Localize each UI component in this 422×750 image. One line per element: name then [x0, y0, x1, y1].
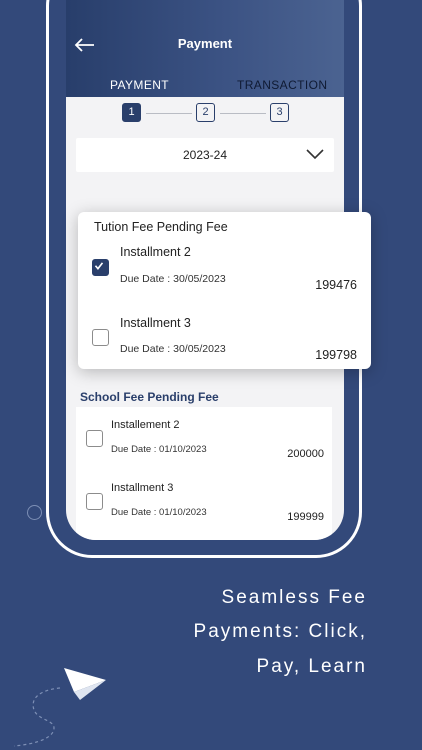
- installment-amount: 199999: [287, 511, 324, 523]
- installment-checkbox[interactable]: [86, 430, 103, 447]
- tagline-line-2: Payments: Click,: [193, 621, 367, 642]
- installment-due-date: Due Date : 30/05/2023: [120, 273, 226, 285]
- school-fee-list: Installement 2 Due Date : 01/10/2023 200…: [76, 407, 332, 540]
- stepper: 1 2 3: [66, 103, 344, 127]
- installment-name: Installment 3: [111, 482, 174, 494]
- installment-due-date: Due Date : 01/10/2023: [111, 444, 207, 455]
- installment-checkbox-checked[interactable]: [92, 259, 109, 276]
- decorative-circle: [27, 505, 42, 520]
- check-icon: [94, 262, 104, 270]
- list-item: Installment 3 Due Date : 01/10/2023 1999…: [76, 482, 332, 540]
- installment-name: Installement 2: [111, 419, 180, 431]
- tution-fee-title: Tution Fee Pending Fee: [94, 220, 228, 234]
- installment-checkbox[interactable]: [92, 329, 109, 346]
- installment-name: Installment 3: [120, 316, 191, 330]
- year-select-value: 2023-24: [182, 148, 228, 162]
- list-item: Installement 2 Due Date : 01/10/2023 200…: [76, 419, 332, 479]
- installment-due-date: Due Date : 01/10/2023: [111, 507, 207, 518]
- paper-plane-icon: [13, 668, 106, 747]
- year-select[interactable]: 2023-24: [76, 138, 334, 172]
- step-connector: [146, 113, 192, 114]
- tab-payment[interactable]: PAYMENT: [110, 78, 169, 92]
- step-connector: [220, 113, 266, 114]
- tagline-line-3: Pay, Learn: [256, 656, 367, 677]
- installment-name: Installment 2: [120, 245, 191, 259]
- installment-amount: 199476: [315, 278, 357, 292]
- step-1[interactable]: 1: [122, 103, 141, 122]
- tab-transaction[interactable]: TRANSACTION: [237, 78, 327, 92]
- school-fee-title: School Fee Pending Fee: [80, 390, 219, 404]
- tagline-line-1: Seamless Fee: [221, 587, 367, 608]
- step-2[interactable]: 2: [196, 103, 215, 122]
- installment-amount: 200000: [287, 448, 324, 460]
- installment-amount: 199798: [315, 348, 357, 362]
- installment-checkbox[interactable]: [86, 493, 103, 510]
- step-3[interactable]: 3: [270, 103, 289, 122]
- installment-due-date: Due Date : 30/05/2023: [120, 343, 226, 355]
- page-title: Payment: [177, 36, 233, 51]
- chevron-down-icon: [306, 149, 324, 160]
- tution-fee-card: Tution Fee Pending Fee Installment 2 Due…: [78, 212, 371, 369]
- app-header: Payment PAYMENT TRANSACTION: [66, 0, 344, 97]
